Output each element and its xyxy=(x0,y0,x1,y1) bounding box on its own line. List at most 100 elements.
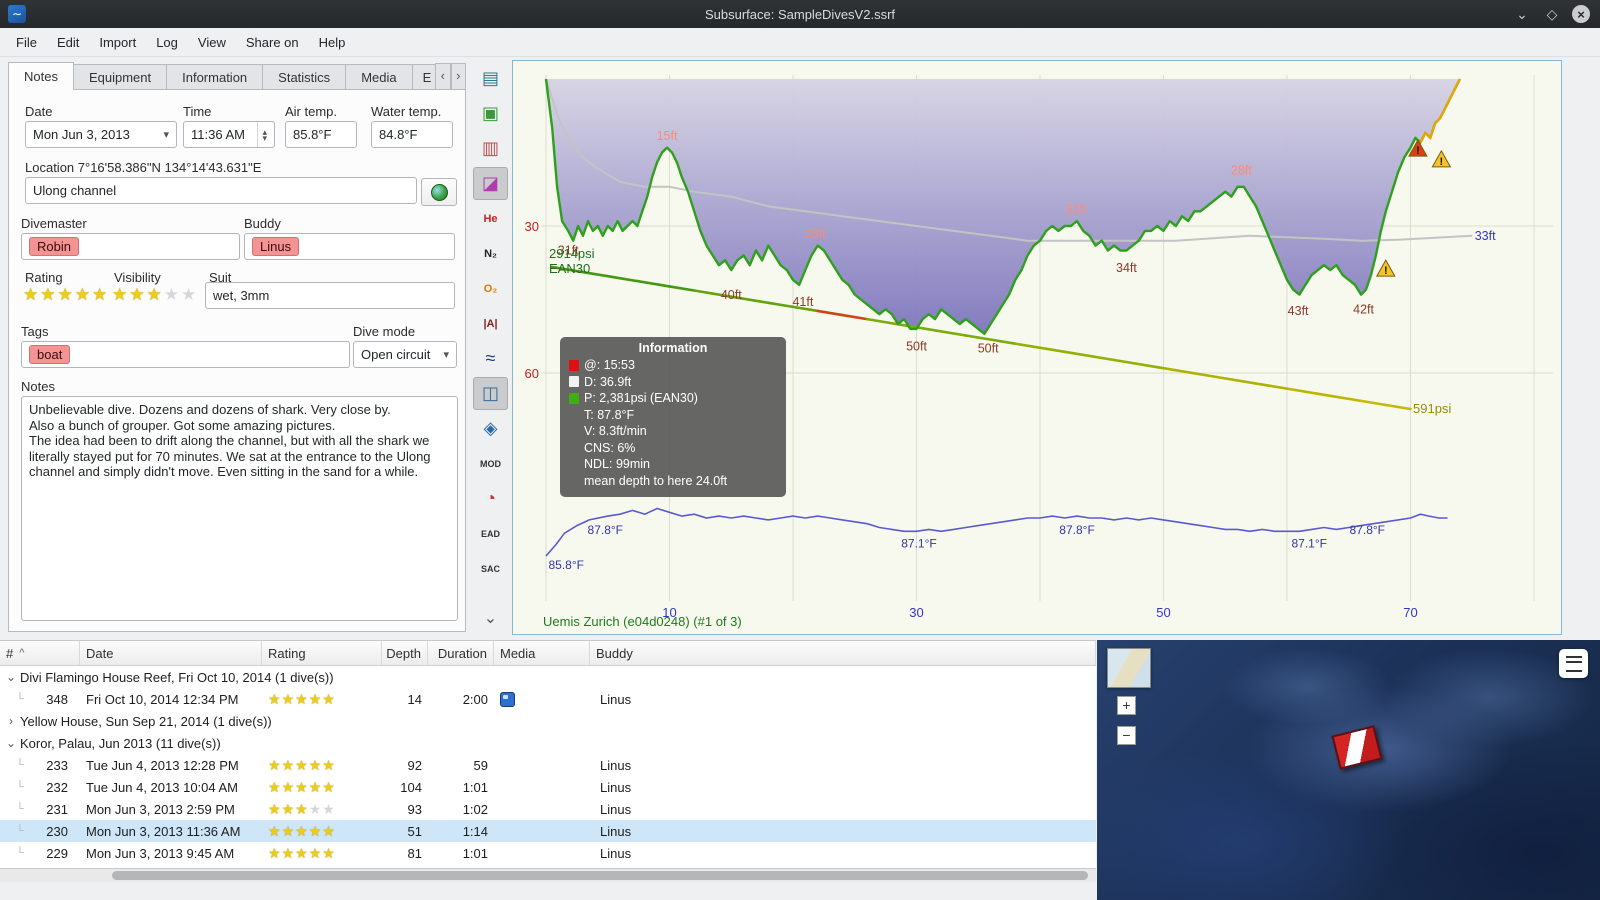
svg-text:!: ! xyxy=(1416,145,1420,157)
collapse-icon[interactable]: ⌄ xyxy=(2,736,20,750)
dive-row[interactable]: └ 231 Mon Jun 3, 2013 2:59 PM ★★★★★ 93 1:02 Li… xyxy=(0,798,1096,820)
tab-e[interactable]: E xyxy=(411,64,437,90)
dive-row[interactable]: └ 229 Mon Jun 3, 2013 9:45 AM ★★★★★ 81 1:01 Li… xyxy=(0,842,1096,864)
column-header-buddy[interactable]: Buddy xyxy=(590,641,1096,665)
dive-row[interactable]: └ 232 Tue Jun 4, 2013 10:04 AM ★★★★★ 104 1:01… xyxy=(0,776,1096,798)
svg-text:30: 30 xyxy=(909,605,923,620)
tab-notes[interactable]: Notes xyxy=(8,62,74,90)
oxygen-graph-icon[interactable]: O₂ xyxy=(473,272,508,305)
menu-log[interactable]: Log xyxy=(146,31,188,54)
menu-file[interactable]: File xyxy=(6,31,47,54)
star-filled-icon: ★ xyxy=(281,844,296,861)
menu-help[interactable]: Help xyxy=(309,31,356,54)
tab-information[interactable]: Information xyxy=(166,64,264,90)
dive-number: 233 xyxy=(46,757,68,773)
dc-ceiling-icon[interactable]: ◪ xyxy=(473,167,508,200)
dive-profile[interactable]: 31ft 15ft 40ft 41ft 35ft 50ft 50ft 31ft 34ft 28ft… xyxy=(512,60,1562,635)
dive-duration: 1:14 xyxy=(462,823,488,839)
setpoint-graph-icon[interactable]: |A| xyxy=(473,307,508,340)
date-select[interactable]: Mon Jun 3, 2013 ▾ xyxy=(25,121,177,148)
dive-flag-marker[interactable] xyxy=(1331,725,1383,770)
star-filled-icon: ★ xyxy=(322,756,336,773)
menu-import[interactable]: Import xyxy=(89,31,146,54)
menu-view[interactable]: View xyxy=(188,31,236,54)
tab-scroll-left[interactable]: ‹ xyxy=(435,63,451,90)
dive-media xyxy=(494,820,590,842)
picture-icon[interactable]: ▣ xyxy=(473,97,508,130)
maximize-icon[interactable]: ◇ xyxy=(1542,4,1562,24)
trip-row[interactable]: ⌄ Divi Flamingo House Reef, Fri Oct 10, 2… xyxy=(0,666,1096,688)
tab-media[interactable]: Media xyxy=(345,64,413,90)
location-input[interactable]: Ulong channel xyxy=(25,177,417,204)
time-stepper[interactable]: ▴ ▾ xyxy=(257,122,267,147)
dive-computer-icon[interactable]: ▤ xyxy=(473,62,508,95)
dive-rating-stars: ★★★★★ xyxy=(268,757,336,774)
dive-row[interactable]: └ 348 Fri Oct 10, 2014 12:34 PM ★★★★★ 14 2:00… xyxy=(0,688,1096,710)
mod-icon[interactable]: MOD xyxy=(473,447,508,480)
map-overview-inset xyxy=(1107,648,1151,688)
star-filled-icon: ★ xyxy=(281,690,296,707)
ceiling-gradient-icon[interactable]: ▥ xyxy=(473,132,508,165)
scrollbar-thumb[interactable] xyxy=(112,871,1088,880)
tab-equipment[interactable]: Equipment xyxy=(72,64,168,90)
column-header-depth[interactable]: Depth xyxy=(382,641,428,665)
column-header-media[interactable]: Media xyxy=(494,641,590,665)
buddy-input[interactable]: Linus xyxy=(244,233,455,260)
collapse-icon[interactable]: ⌄ xyxy=(2,670,20,684)
dive-duration: 1:01 xyxy=(462,779,488,795)
deco-time-icon[interactable]: ◔ xyxy=(473,482,508,515)
tree-branch-icon: └ xyxy=(16,825,24,837)
trip-row[interactable]: › Yellow House, Sun Sep 21, 2014 (1 dive(… xyxy=(0,710,1096,732)
star-filled-icon: ★ xyxy=(295,800,309,817)
star-filled-icon: ★ xyxy=(308,756,323,773)
heart-rate-icon[interactable]: ≈ xyxy=(473,342,508,375)
air-temp-input[interactable]: 85.8°F xyxy=(285,121,357,148)
sac-icon[interactable]: SAC xyxy=(473,552,508,585)
visibility-stars[interactable]: ★★★★★ xyxy=(112,285,198,305)
location-globe-button[interactable] xyxy=(421,178,457,206)
svg-text:50: 50 xyxy=(1156,605,1170,620)
rating-stars[interactable]: ★★★★★ xyxy=(23,285,109,305)
tab-scroll-right[interactable]: › xyxy=(450,63,466,90)
time-input[interactable]: 11:36 AM ▴ ▾ xyxy=(183,121,275,148)
notes-textarea[interactable]: Unbelievable dive. Dozens and dozens of … xyxy=(21,396,458,621)
menu-share-on[interactable]: Share on xyxy=(236,31,309,54)
minimize-icon[interactable]: ⌄ xyxy=(1512,4,1532,24)
divemaster-input[interactable]: Robin xyxy=(21,233,240,260)
column-header-duration[interactable]: Duration xyxy=(428,641,494,665)
close-icon[interactable]: × xyxy=(1572,5,1590,23)
map-zoom-out-button[interactable]: − xyxy=(1117,726,1136,745)
tab-statistics[interactable]: Statistics xyxy=(262,64,347,90)
expand-icon[interactable]: › xyxy=(2,714,20,728)
tags-input[interactable]: boat xyxy=(21,341,350,368)
photos-on-profile-icon[interactable]: ◫ xyxy=(473,377,508,410)
gas-change-icon[interactable]: ◈ xyxy=(473,412,508,445)
menu-edit[interactable]: Edit xyxy=(47,31,89,54)
visibility-label: Visibility xyxy=(114,270,161,285)
map-menu-button[interactable] xyxy=(1559,649,1588,678)
map-zoom-in-button[interactable]: + xyxy=(1117,696,1136,715)
column-header-rating[interactable]: Rating xyxy=(262,641,382,665)
dive-row[interactable]: └ 233 Tue Jun 4, 2013 12:28 PM ★★★★★ 92 59 Lin… xyxy=(0,754,1096,776)
collapse-profile-icon[interactable]: ⌄ xyxy=(473,601,508,634)
water-temp-input[interactable]: 84.8°F xyxy=(371,121,453,148)
dive-row[interactable]: └ 230 Mon Jun 3, 2013 11:36 AM ★★★★★ 51 1:14 L… xyxy=(0,820,1096,842)
star-filled-icon: ★ xyxy=(92,285,110,304)
suit-input[interactable]: wet, 3mm xyxy=(205,282,455,309)
horizontal-scrollbar[interactable] xyxy=(0,868,1096,882)
ead-icon[interactable]: EAD xyxy=(473,517,508,550)
star-filled-icon: ★ xyxy=(295,822,309,839)
app-icon: ∼ xyxy=(8,5,26,23)
nitrogen-graph-icon[interactable]: N₂ xyxy=(473,237,508,270)
trip-row[interactable]: ⌄ Koror, Palau, Jun 2013 (11 dive(s)) xyxy=(0,732,1096,754)
column-header-date[interactable]: Date xyxy=(80,641,262,665)
media-photo-icon[interactable] xyxy=(500,691,515,707)
helium-graph-icon[interactable]: He xyxy=(473,202,508,235)
column-header-num[interactable]: # ^ xyxy=(0,641,80,665)
dive-buddy: Linus xyxy=(600,801,632,817)
svg-text:87.8°F: 87.8°F xyxy=(1350,523,1385,537)
star-filled-icon: ★ xyxy=(268,800,282,817)
dive-depth: 81 xyxy=(407,845,422,861)
map-view[interactable]: + − xyxy=(1097,640,1600,900)
dive-mode-select[interactable]: Open circuit ▾ xyxy=(353,341,457,368)
